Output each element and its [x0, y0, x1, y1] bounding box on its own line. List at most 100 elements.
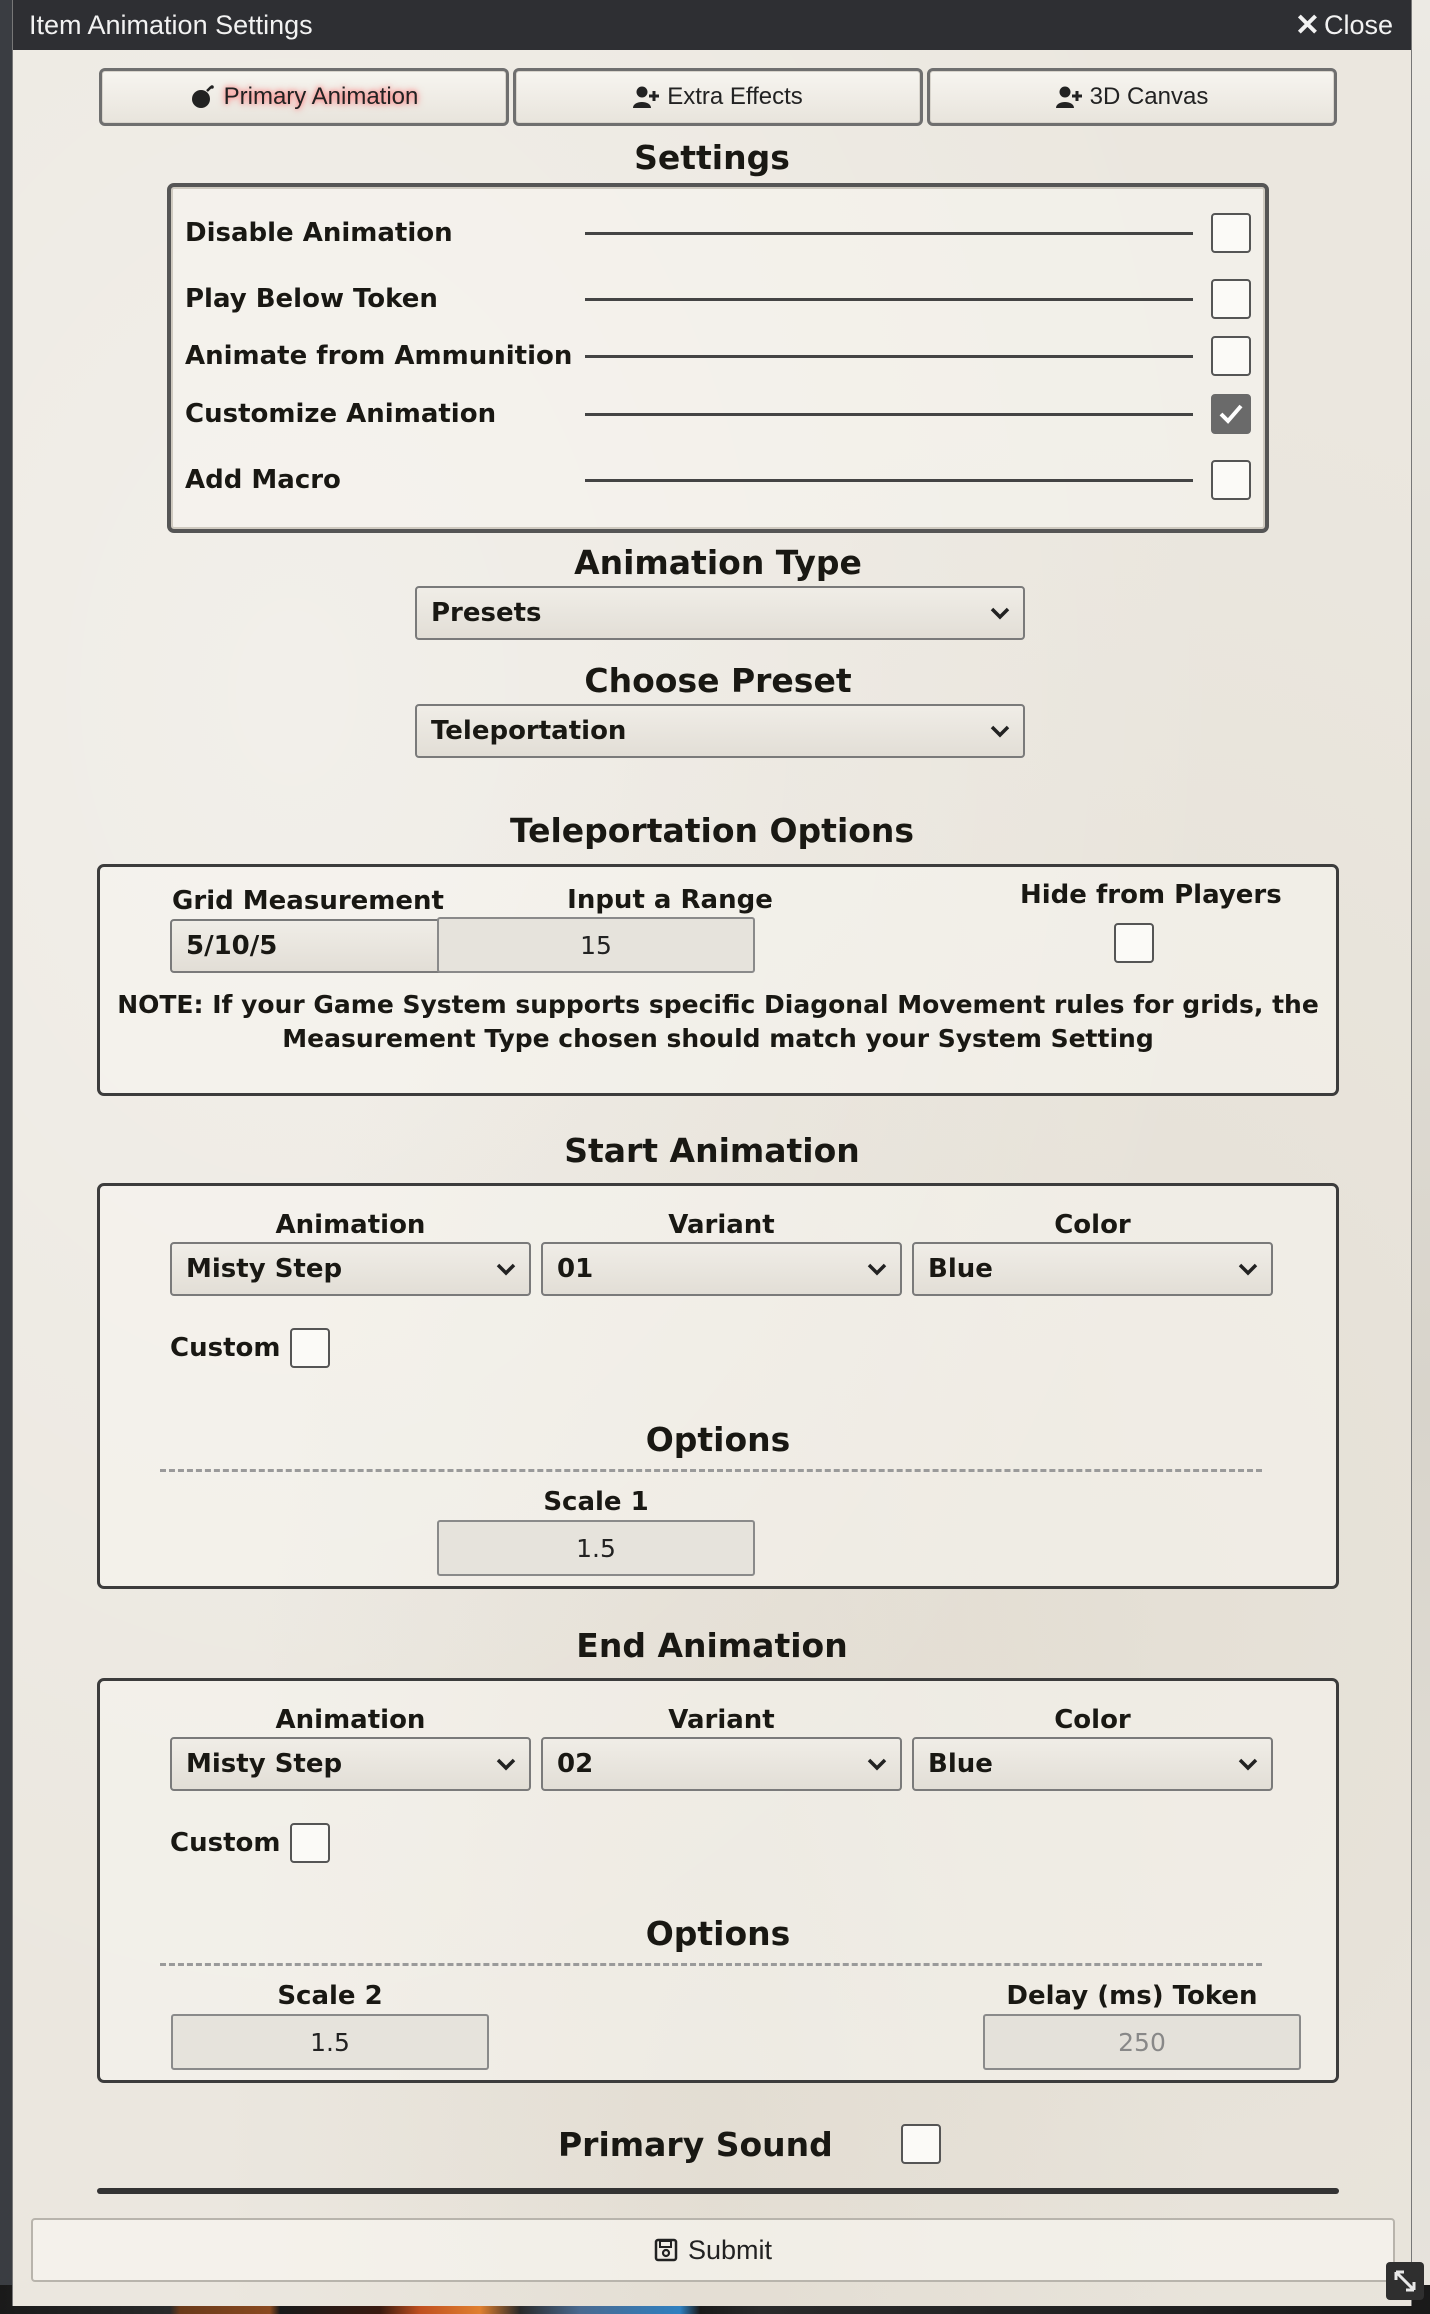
- primary-sound-label: Primary Sound: [558, 2124, 833, 2164]
- options-divider: [160, 1469, 1262, 1472]
- chevron-down-icon: [496, 1263, 516, 1276]
- start-variant-select[interactable]: 01: [541, 1242, 902, 1296]
- start-animation-select[interactable]: Misty Step: [170, 1242, 531, 1296]
- end-animation-select[interactable]: Misty Step: [170, 1737, 531, 1791]
- setting-animate-from-ammunition: Animate from Ammunition: [185, 333, 1251, 379]
- setting-add-macro: Add Macro: [185, 457, 1251, 503]
- color-label: Color: [1054, 1210, 1131, 1240]
- teleportation-options-heading: Teleportation Options: [509, 811, 915, 850]
- chevron-down-icon: [990, 607, 1010, 620]
- submit-button[interactable]: Submit: [31, 2218, 1395, 2282]
- tab-label: Extra Effects: [667, 83, 803, 110]
- select-value: Teleportation: [431, 716, 627, 746]
- start-custom-checkbox[interactable]: [290, 1328, 331, 1368]
- custom-label: Custom: [170, 1828, 281, 1858]
- choose-preset-heading: Choose Preset: [584, 661, 852, 700]
- setting-leader-line: [585, 231, 1193, 235]
- end-custom-checkbox[interactable]: [290, 1823, 331, 1863]
- start-animation-heading: Start Animation: [564, 1131, 860, 1170]
- select-value: 02: [557, 1749, 594, 1779]
- tab-label: Primary Animation: [223, 83, 419, 110]
- settings-heading: Settings: [634, 138, 790, 177]
- bomb-icon: [191, 85, 214, 108]
- end-options-heading: Options: [645, 1914, 791, 1953]
- setting-leader-line: [585, 478, 1193, 482]
- end-color-select[interactable]: Blue: [912, 1737, 1273, 1791]
- background-canvas: [1412, 0, 1430, 2314]
- end-custom-row: Custom: [170, 1823, 331, 1863]
- submit-label: Submit: [687, 2234, 773, 2265]
- animation-type-select[interactable]: Presets: [415, 586, 1025, 640]
- choose-preset-select[interactable]: Teleportation: [415, 704, 1025, 758]
- setting-disable-animation: Disable Animation: [185, 210, 1251, 256]
- tab-bar: Primary Animation Extra Effects 3D Canva…: [99, 68, 1337, 126]
- chevron-down-icon: [496, 1758, 516, 1771]
- disable-animation-checkbox[interactable]: [1211, 213, 1251, 253]
- select-value: Blue: [928, 1254, 993, 1284]
- close-label: Close: [1323, 9, 1393, 40]
- chevron-down-icon: [1238, 1758, 1258, 1771]
- variant-label: Variant: [668, 1705, 775, 1735]
- primary-sound-row: Primary Sound: [558, 2124, 941, 2164]
- checkmark-icon: [1219, 404, 1243, 424]
- setting-leader-line: [585, 412, 1193, 416]
- setting-play-below-token: Play Below Token: [185, 276, 1251, 322]
- select-value: Misty Step: [186, 1749, 343, 1779]
- tab-3d-canvas[interactable]: 3D Canvas: [927, 68, 1337, 126]
- tab-primary-animation[interactable]: Primary Animation: [99, 68, 509, 126]
- start-color-select[interactable]: Blue: [912, 1242, 1273, 1296]
- select-value: Misty Step: [186, 1254, 343, 1284]
- window-title: Item Animation Settings: [29, 9, 313, 40]
- color-label: Color: [1054, 1705, 1131, 1735]
- end-animation-panel: Animation Variant Color Misty Step 02 Bl…: [97, 1678, 1339, 2083]
- chevron-down-icon: [867, 1263, 887, 1276]
- setting-label: Play Below Token: [185, 284, 438, 314]
- range-input[interactable]: 15: [437, 917, 755, 973]
- end-animation-heading: End Animation: [576, 1626, 848, 1665]
- scale-1-input[interactable]: 1.5: [437, 1520, 755, 1576]
- setting-label: Disable Animation: [185, 218, 453, 248]
- hide-from-players-label: Hide from Players: [1020, 880, 1282, 910]
- add-macro-checkbox[interactable]: [1211, 460, 1251, 500]
- select-value: Presets: [431, 598, 542, 628]
- options-divider: [160, 1963, 1262, 1966]
- play-below-token-checkbox[interactable]: [1211, 279, 1251, 319]
- note-line-1: NOTE: If your Game System supports speci…: [117, 990, 1319, 1019]
- scale-2-input[interactable]: 1.5: [171, 2014, 489, 2070]
- start-options-heading: Options: [645, 1420, 791, 1459]
- note-line-2: Measurement Type chosen should match you…: [282, 1024, 1154, 1053]
- delay-token-alpha-input[interactable]: 250: [983, 2014, 1301, 2070]
- setting-label: Add Macro: [185, 465, 341, 495]
- variant-label: Variant: [668, 1210, 775, 1240]
- setting-customize-animation: Customize Animation: [185, 391, 1251, 437]
- end-variant-select[interactable]: 02: [541, 1737, 902, 1791]
- close-button[interactable]: ✕ Close: [1295, 8, 1393, 43]
- user-plus-icon: [1055, 86, 1082, 108]
- animation-type-heading: Animation Type: [574, 543, 862, 582]
- tab-extra-effects[interactable]: Extra Effects: [513, 68, 923, 126]
- select-value: 01: [557, 1254, 594, 1284]
- window-titlebar[interactable]: Item Animation Settings ✕ Close: [13, 0, 1411, 50]
- primary-sound-checkbox[interactable]: [900, 2124, 941, 2164]
- item-animation-settings-window: Item Animation Settings ✕ Close Primary …: [12, 0, 1424, 2306]
- customize-animation-checkbox[interactable]: [1211, 394, 1251, 434]
- animate-from-ammunition-checkbox[interactable]: [1211, 336, 1251, 376]
- grid-measurement-label: Grid Measurement: [172, 886, 444, 916]
- start-animation-panel: Animation Variant Color Misty Step 01 Bl…: [97, 1183, 1339, 1589]
- setting-label: Customize Animation: [185, 399, 497, 429]
- chevron-down-icon: [867, 1758, 887, 1771]
- resize-handle[interactable]: [1386, 2262, 1424, 2300]
- user-plus-icon: [633, 86, 660, 108]
- teleportation-options-panel: Grid Measurement 5/10/5 Input a Range 15…: [97, 864, 1339, 1096]
- custom-label: Custom: [170, 1333, 281, 1363]
- section-divider: [97, 2188, 1339, 2194]
- resize-icon: [1394, 2270, 1416, 2292]
- animation-label: Animation: [275, 1705, 426, 1735]
- setting-leader-line: [585, 354, 1193, 358]
- chevron-down-icon: [990, 725, 1010, 738]
- select-value: Blue: [928, 1749, 993, 1779]
- close-icon: ✕: [1294, 8, 1320, 42]
- select-value: 5/10/5: [186, 931, 278, 961]
- start-custom-row: Custom: [170, 1328, 331, 1368]
- hide-from-players-checkbox[interactable]: [1114, 923, 1154, 963]
